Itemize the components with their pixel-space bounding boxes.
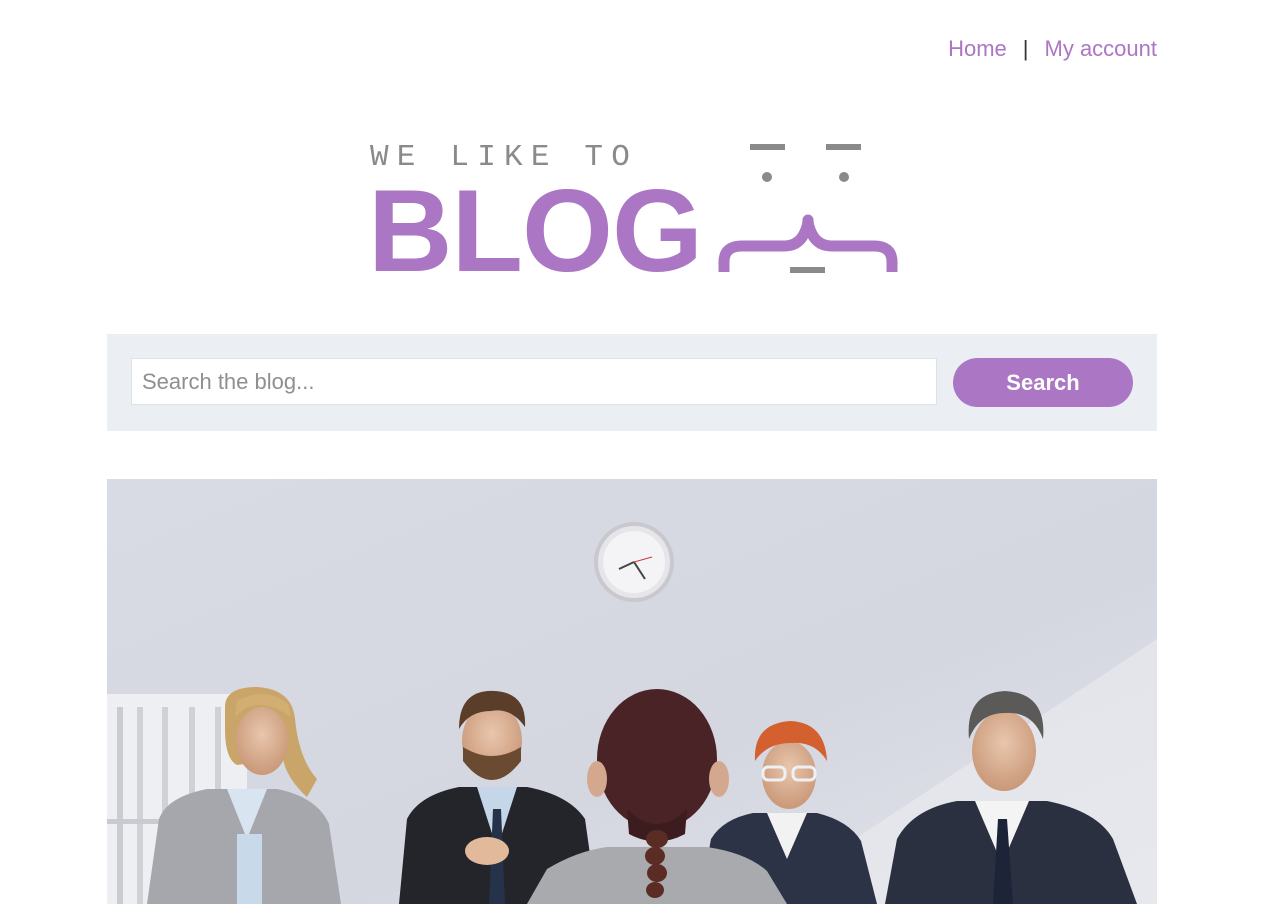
search-input[interactable] [131,358,937,405]
nav-separator: | [1022,36,1029,61]
home-link[interactable]: Home [948,36,1007,62]
interview-photo [107,479,1157,904]
wall-clock [594,522,674,602]
hero-image[interactable] [107,479,1157,904]
logo-wordmark: BLOG [368,165,703,296]
search-bar: Search [107,334,1157,431]
site-logo[interactable]: WE LIKE TO BLOG [368,140,898,289]
search-button[interactable]: Search [953,358,1133,407]
my-account-link[interactable]: My account [1045,36,1158,62]
top-navigation: Home | My account [948,36,1157,62]
logo-face-icon [718,144,898,273]
